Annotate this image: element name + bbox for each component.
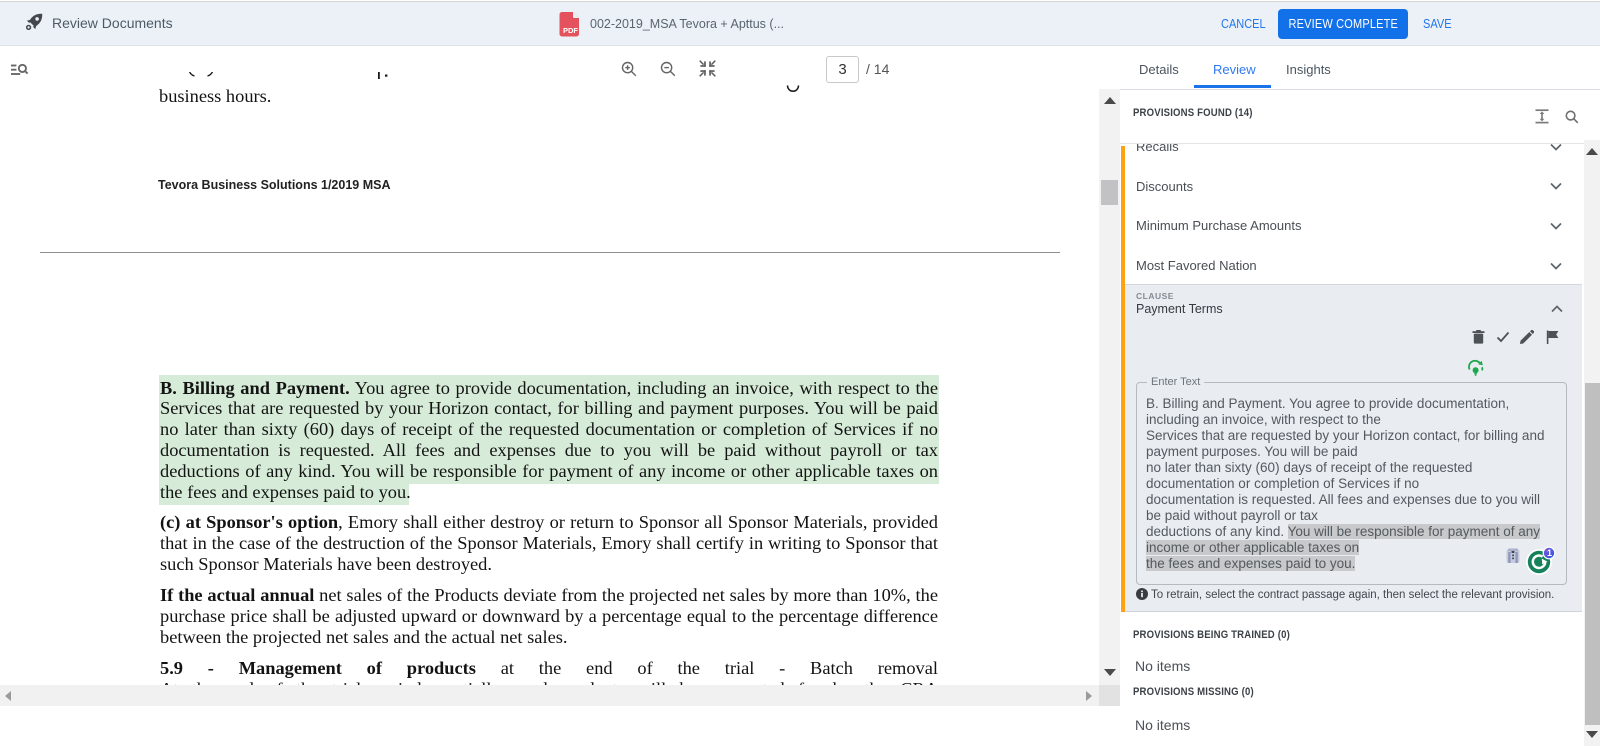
svg-text:PDF: PDF xyxy=(563,26,578,35)
svg-text:1: 1 xyxy=(1547,548,1552,558)
